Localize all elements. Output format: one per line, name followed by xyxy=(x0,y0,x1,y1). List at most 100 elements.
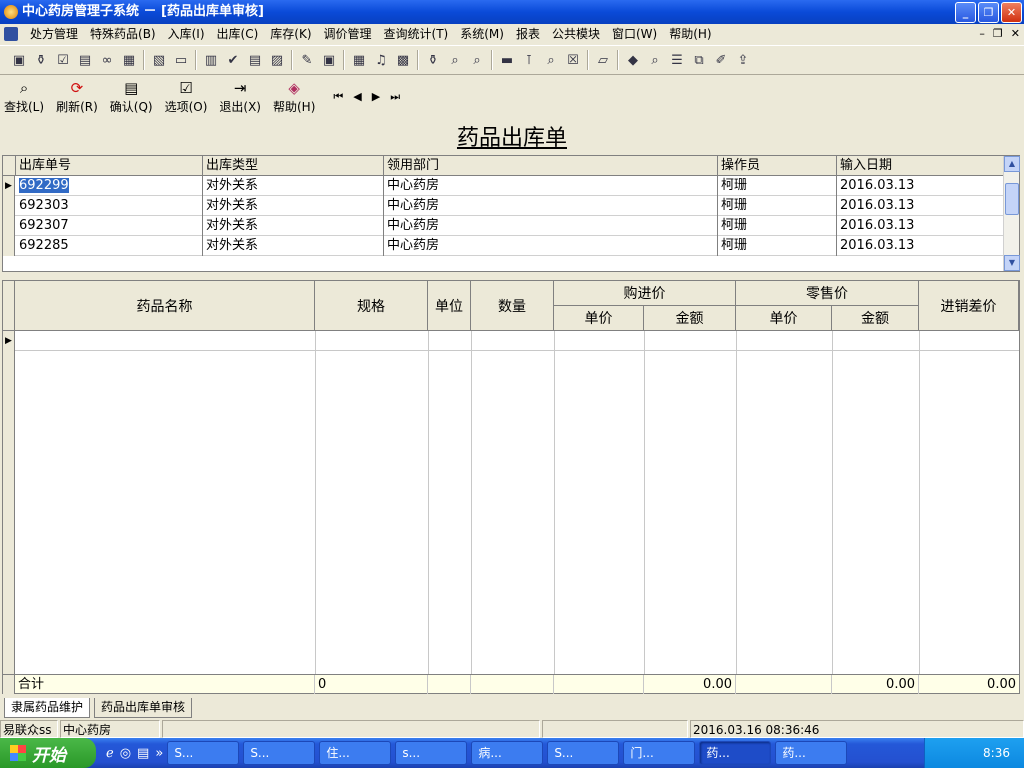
table-row[interactable]: 692303 对外关系 中心药房 柯珊 2016.03.13 xyxy=(3,196,1005,216)
table-row[interactable]: 692307 对外关系 中心药房 柯珊 2016.03.13 xyxy=(3,216,1005,236)
col-order-no[interactable]: 出库单号 xyxy=(16,156,203,176)
input-date[interactable]: 2016.03.13 xyxy=(837,196,1005,216)
col-department[interactable]: 领用部门 xyxy=(384,156,718,176)
menu-query-stats[interactable]: 查询统计(T) xyxy=(378,24,455,44)
col-spec[interactable]: 规格 xyxy=(315,281,428,331)
scroll-thumb[interactable] xyxy=(1005,183,1019,215)
order-no[interactable]: 692303 xyxy=(16,196,203,216)
card-icon[interactable]: ▧ xyxy=(148,49,170,71)
col-drug-name[interactable]: 药品名称 xyxy=(15,281,315,331)
package-icon[interactable]: ▦ xyxy=(118,49,140,71)
menu-price-adjust[interactable]: 调价管理 xyxy=(318,24,378,44)
prev-record-icon[interactable]: ◀ xyxy=(353,90,361,104)
refresh-button[interactable]: ⟳ 刷新(R) xyxy=(56,78,98,115)
menu-inventory[interactable]: 库存(K) xyxy=(264,24,317,44)
table-row[interactable]: ▶ xyxy=(3,331,1019,351)
clock[interactable]: 8:36 xyxy=(983,746,1010,760)
bell-icon[interactable]: ♫ xyxy=(370,49,392,71)
start-button[interactable]: 开始 xyxy=(0,738,96,768)
folder-open-icon[interactable]: ▱ xyxy=(592,49,614,71)
find-replace-icon[interactable]: ⌕ xyxy=(466,49,488,71)
export-icon[interactable]: ⇪ xyxy=(732,49,754,71)
windows-icon[interactable]: ⧉ xyxy=(688,49,710,71)
taskbar-item-active[interactable]: 药... xyxy=(699,741,772,765)
scroll-up-icon[interactable]: ▲ xyxy=(1004,156,1020,172)
operator[interactable]: 柯珊 xyxy=(718,176,837,196)
department[interactable]: 中心药房 xyxy=(384,176,718,196)
menu-stock-out[interactable]: 出库(C) xyxy=(211,24,265,44)
mdi-close-icon[interactable]: ✕ xyxy=(1011,27,1020,40)
car-icon[interactable]: ▬ xyxy=(496,49,518,71)
edit-form-icon[interactable]: ✎ xyxy=(296,49,318,71)
input-date[interactable]: 2016.03.13 xyxy=(837,236,1005,256)
help-button[interactable]: ◈ 帮助(H) xyxy=(273,78,315,115)
tab-drug-maintenance[interactable]: 隶属药品维护 xyxy=(4,698,91,718)
order-no[interactable]: 692299 xyxy=(19,178,69,193)
out-type[interactable]: 对外关系 xyxy=(203,176,384,196)
col-input-date[interactable]: 输入日期 xyxy=(837,156,1005,176)
file-search-icon[interactable]: ▨ xyxy=(266,49,288,71)
department[interactable]: 中心药房 xyxy=(384,236,718,256)
operator[interactable]: 柯珊 xyxy=(718,196,837,216)
out-type[interactable]: 对外关系 xyxy=(203,236,384,256)
ie-icon[interactable]: ℯ xyxy=(106,746,114,761)
next-record-icon[interactable]: ▶ xyxy=(372,90,380,104)
magnifier-icon[interactable]: ⌕ xyxy=(540,49,562,71)
taskbar-item[interactable]: S... xyxy=(167,741,240,765)
out-type[interactable]: 对外关系 xyxy=(203,216,384,236)
order-no[interactable]: 692307 xyxy=(16,216,203,236)
operator[interactable]: 柯珊 xyxy=(718,216,837,236)
col-unit[interactable]: 单位 xyxy=(428,281,471,331)
operator[interactable]: 柯珊 xyxy=(718,236,837,256)
calendar-icon[interactable]: ▩ xyxy=(392,49,414,71)
taskbar-item[interactable]: 病... xyxy=(471,741,544,765)
expand-icon[interactable]: » xyxy=(155,746,163,761)
out-type[interactable]: 对外关系 xyxy=(203,196,384,216)
mdi-restore-icon[interactable]: ❐ xyxy=(993,27,1003,40)
input-date[interactable]: 2016.03.13 xyxy=(837,216,1005,236)
col-purchase-amount[interactable]: 金额 xyxy=(644,306,736,331)
find-button[interactable]: ⌕ 查找(L) xyxy=(4,78,44,115)
find-icon[interactable]: ⌕ xyxy=(444,49,466,71)
list-scrollbar[interactable]: ▲ ▼ xyxy=(1003,156,1020,271)
checklist-icon[interactable]: ✔ xyxy=(222,49,244,71)
first-record-icon[interactable]: ⏮ xyxy=(333,90,343,104)
department[interactable]: 中心药房 xyxy=(384,216,718,236)
order-no[interactable]: 692285 xyxy=(16,236,203,256)
exit-button[interactable]: ⇥ 退出(X) xyxy=(219,78,261,115)
confirm-button[interactable]: ▤ 确认(Q) xyxy=(110,78,153,115)
form-icon[interactable]: ▥ xyxy=(200,49,222,71)
taskbar-item[interactable]: S... xyxy=(243,741,316,765)
col-retail-unit-price[interactable]: 单价 xyxy=(736,306,832,331)
doc-edit-icon[interactable]: ✐ xyxy=(710,49,732,71)
taskbar-item[interactable]: s... xyxy=(395,741,468,765)
screen-icon[interactable]: ▣ xyxy=(318,49,340,71)
col-operator[interactable]: 操作员 xyxy=(718,156,837,176)
binoculars-icon[interactable]: ∞ xyxy=(96,49,118,71)
menu-special-drugs[interactable]: 特殊药品(B) xyxy=(84,24,162,44)
taskbar-item[interactable]: 药... xyxy=(775,741,848,765)
zoom-icon[interactable]: ⌕ xyxy=(644,49,666,71)
mdi-minimize-icon[interactable]: – xyxy=(979,27,985,40)
menu-window[interactable]: 窗口(W) xyxy=(606,24,663,44)
col-quantity[interactable]: 数量 xyxy=(471,281,554,331)
bottle-icon[interactable]: ⚱ xyxy=(30,49,52,71)
menu-system[interactable]: 系统(M) xyxy=(454,24,510,44)
scroll-down-icon[interactable]: ▼ xyxy=(1004,255,1020,271)
menu-help[interactable]: 帮助(H) xyxy=(663,24,717,44)
taskbar-item[interactable]: 门... xyxy=(623,741,696,765)
split-icon[interactable]: ☰ xyxy=(666,49,688,71)
menu-public-modules[interactable]: 公共模块 xyxy=(546,24,606,44)
col-out-type[interactable]: 出库类型 xyxy=(203,156,384,176)
table-row[interactable]: ▶ 692299 对外关系 中心药房 柯珊 2016.03.13 xyxy=(3,176,1005,196)
department[interactable]: 中心药房 xyxy=(384,196,718,216)
col-price-difference[interactable]: 进销差价 xyxy=(919,281,1019,331)
cancel-box-icon[interactable]: ☒ xyxy=(562,49,584,71)
thermometer-icon[interactable]: ⊺ xyxy=(518,49,540,71)
mdi-child-icon[interactable] xyxy=(4,27,18,41)
input-date[interactable]: 2016.03.13 xyxy=(837,176,1005,196)
last-record-icon[interactable]: ⏭ xyxy=(390,90,400,104)
monitor-icon[interactable]: ▣ xyxy=(8,49,30,71)
grid-icon[interactable]: ▦ xyxy=(348,49,370,71)
close-button[interactable]: ✕ xyxy=(1001,2,1022,23)
